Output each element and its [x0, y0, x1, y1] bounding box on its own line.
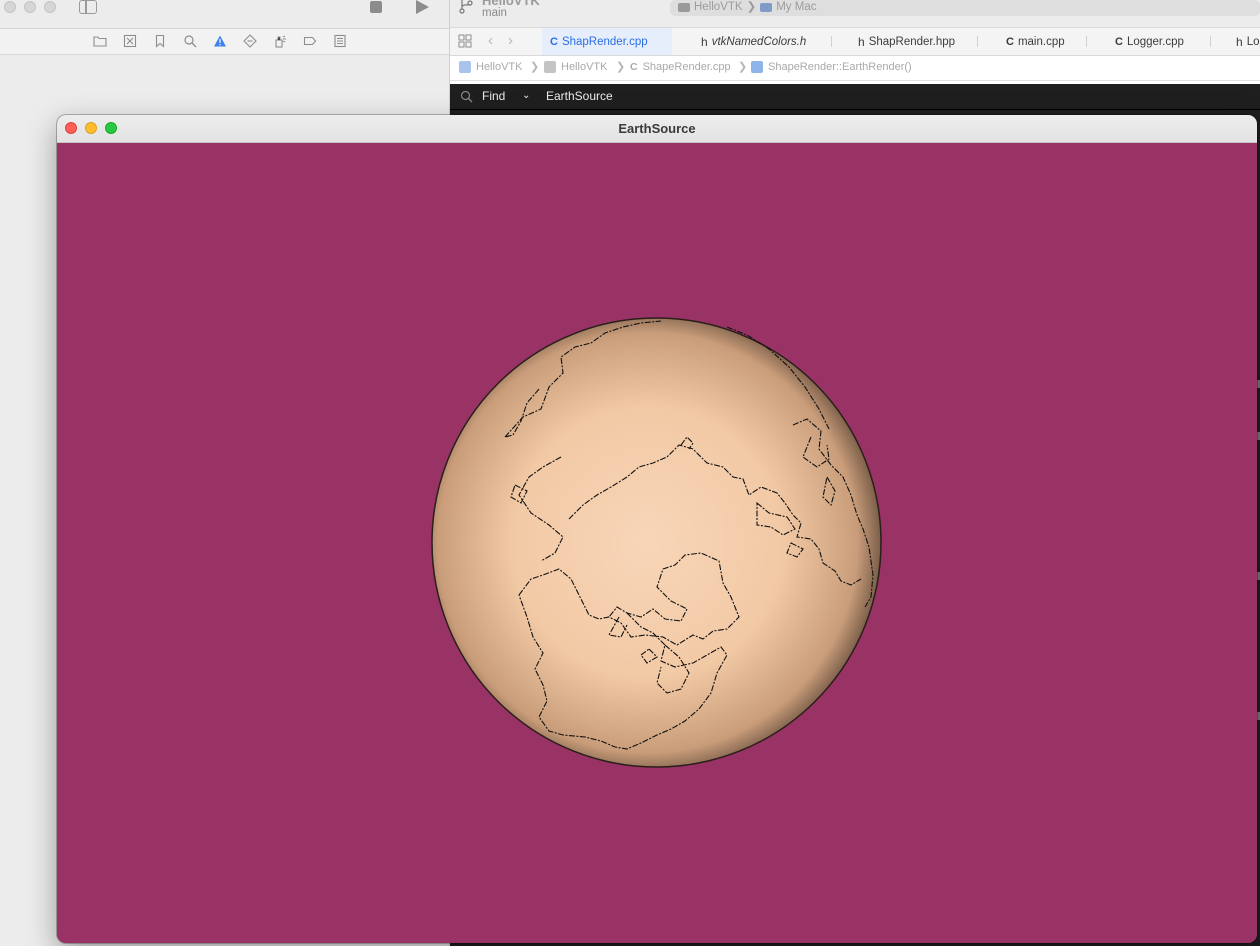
- forward-chevron-icon[interactable]: ›: [508, 32, 513, 49]
- render-viewport[interactable]: [57, 143, 1257, 943]
- earth-globe[interactable]: [431, 317, 882, 768]
- scheme-project: HelloVTK: [694, 1, 743, 13]
- window-minimize-button-inactive[interactable]: [24, 1, 36, 13]
- folder-icon: [544, 61, 556, 73]
- tab-vtknamedcolors-h[interactable]: h vtkNamedColors.h: [693, 28, 814, 55]
- scheme-separator: ❯: [746, 1, 757, 13]
- header-file-icon: h: [1236, 34, 1243, 49]
- back-chevron-icon[interactable]: ‹: [488, 32, 493, 49]
- crumb-project[interactable]: HelloVTK: [459, 61, 522, 73]
- tab-label: ShapRender.hpp: [868, 35, 956, 48]
- crumb-label: HelloVTK: [561, 61, 608, 73]
- debug-spray-icon[interactable]: [273, 34, 287, 48]
- crumb-file[interactable]: C ShapeRender.cpp: [630, 61, 731, 73]
- window-title: EarthSource: [618, 121, 696, 136]
- tab-main-cpp[interactable]: C main.cpp: [998, 28, 1073, 55]
- window-titlebar[interactable]: EarthSource: [57, 115, 1257, 143]
- search-icon: [460, 90, 473, 103]
- tab-label: main.cpp: [1017, 35, 1065, 48]
- jump-bar: HelloVTK ❯ HelloVTK ❯ C ShapeRender.cpp …: [450, 56, 1260, 81]
- mac-icon: [760, 2, 773, 12]
- cpp-file-icon: C: [550, 35, 558, 48]
- branch-icon: [459, 0, 473, 14]
- bookmark-icon[interactable]: [153, 34, 167, 48]
- header-file-icon: h: [701, 34, 708, 49]
- crumb-separator: ❯: [530, 61, 540, 73]
- tab-logger-hpp[interactable]: h Lo: [1228, 28, 1260, 55]
- cpp-file-icon: C: [630, 61, 638, 73]
- toolbar: HelloVTK main HelloVTK ❯ My Mac: [450, 0, 1260, 27]
- method-icon: [751, 61, 763, 73]
- find-mode-selector[interactable]: Find: [482, 89, 505, 103]
- test-diamond-icon[interactable]: [243, 34, 257, 48]
- crumb-method[interactable]: ShapeRender::EarthRender(): [751, 61, 912, 73]
- search-icon[interactable]: [183, 34, 197, 48]
- tab-label: vtkNamedColors.h: [711, 35, 807, 48]
- chevron-down-icon[interactable]: ⌄: [522, 90, 530, 101]
- report-icon[interactable]: [333, 34, 347, 48]
- breakpoint-icon[interactable]: [303, 34, 317, 48]
- crumb-label: HelloVTK: [476, 61, 523, 73]
- editor-tab-bar: ‹ › C ShapRender.cpp h vtkNamedColors.h …: [450, 27, 1260, 56]
- scheme-destination: My Mac: [776, 1, 817, 13]
- tab-label: Logger.cpp: [1126, 35, 1184, 48]
- tab-label: ShapRender.cpp: [561, 35, 648, 48]
- vtk-render-window[interactable]: EarthSource: [57, 115, 1257, 943]
- crumb-label: ShapeRender::EarthRender(): [768, 61, 912, 73]
- stop-icon[interactable]: [370, 1, 382, 13]
- scheme-selector[interactable]: HelloVTK ❯ My Mac: [670, 0, 1260, 16]
- crumb-separator: ❯: [616, 61, 626, 73]
- find-bar: Find ⌄ EarthSource: [450, 84, 1260, 110]
- navigator-selector-bar: [0, 28, 449, 55]
- crumb-label: ShapeRender.cpp: [642, 61, 731, 73]
- sidebar-toggle-icon[interactable]: [79, 0, 97, 14]
- window-close-button-inactive[interactable]: [4, 1, 16, 13]
- cpp-file-icon: C: [1006, 35, 1014, 48]
- folder-icon[interactable]: [93, 34, 107, 48]
- tab-shaprender-cpp[interactable]: C ShapRender.cpp: [542, 28, 672, 55]
- crumb-folder[interactable]: HelloVTK: [544, 61, 607, 73]
- globe-sphere: [431, 317, 882, 768]
- related-items-grid-icon[interactable]: [458, 34, 472, 48]
- run-icon[interactable]: [416, 0, 429, 14]
- app-icon: [459, 61, 471, 73]
- cpp-file-icon: C: [1115, 35, 1123, 48]
- scheme-icon: [678, 2, 690, 12]
- tab-label: Lo: [1246, 35, 1260, 48]
- tab-logger-cpp[interactable]: C Logger.cpp: [1107, 28, 1192, 55]
- issue-warning-icon[interactable]: [213, 34, 227, 48]
- header-file-icon: h: [858, 34, 865, 49]
- source-control-icon[interactable]: [123, 34, 137, 48]
- find-input[interactable]: EarthSource: [546, 89, 613, 103]
- window-zoom-button-inactive[interactable]: [44, 1, 56, 13]
- tab-shaprender-hpp[interactable]: h ShapRender.hpp: [850, 28, 963, 55]
- crumb-separator: ❯: [738, 61, 748, 73]
- branch-label: main: [482, 7, 507, 19]
